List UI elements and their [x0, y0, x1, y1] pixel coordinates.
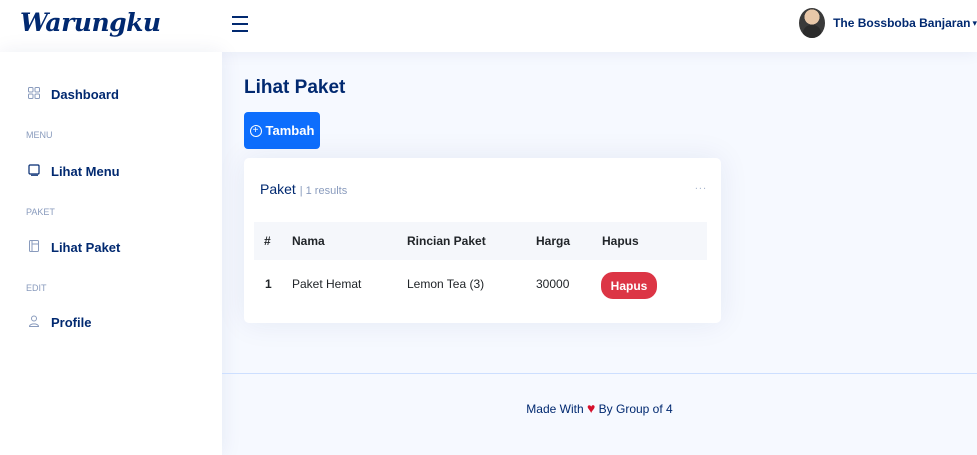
grid-icon [26, 87, 42, 102]
delete-button[interactable]: Hapus [601, 272, 657, 299]
layout-icon [26, 240, 42, 255]
nav-heading-paket: PAKET [26, 207, 55, 217]
nav-heading-edit: EDIT [26, 283, 47, 293]
sidebar-item-profile[interactable]: Profile [26, 315, 91, 330]
column-header-rincian: Rincian Paket [407, 234, 486, 248]
avatar [799, 8, 826, 38]
column-header-hapus: Hapus [602, 234, 639, 248]
sidebar-item-dashboard[interactable]: Dashboard [26, 87, 119, 102]
chevron-down-icon: ▾ [972, 17, 977, 28]
card-title: Paket | 1 results [260, 181, 347, 197]
sidebar-item-label: Dashboard [51, 87, 119, 102]
page-title: Lihat Paket [244, 77, 346, 98]
user-profile-dropdown[interactable]: The Bossboba Banjaran ▾ [799, 5, 977, 41]
row-number: 1 [265, 277, 272, 291]
add-button-label: Tambah [265, 123, 315, 138]
results-count: | 1 results [299, 185, 348, 197]
sidebar-item-lihat-paket[interactable]: Lihat Paket [26, 240, 120, 255]
footer-divider [222, 373, 977, 374]
footer-text-after: By Group of 4 [598, 402, 673, 416]
package-card: Paket | 1 results ... # Nama Rincian Pak… [244, 158, 721, 323]
column-header-number: # [264, 234, 271, 248]
column-header-nama: Nama [292, 234, 325, 248]
menu-book-icon [26, 164, 42, 179]
sidebar-item-lihat-menu[interactable]: Lihat Menu [26, 164, 120, 179]
footer-text-before: Made With [526, 402, 584, 416]
user-name: The Bossboba Banjaran [833, 16, 971, 30]
plus-circle-icon: + [249, 124, 262, 137]
more-options-icon[interactable]: ... [695, 180, 707, 192]
add-package-button[interactable]: + Tambah [244, 112, 320, 149]
card-title-text: Paket [260, 181, 296, 197]
person-icon [26, 315, 42, 330]
row-rincian: Lemon Tea (3) [407, 277, 485, 291]
column-header-harga: Harga [536, 234, 571, 248]
row-nama: Paket Hemat [292, 277, 362, 291]
hamburger-menu-icon[interactable] [232, 13, 248, 35]
footer: Made With ♥ By Group of 4 [222, 400, 977, 416]
row-harga: 30000 [536, 277, 570, 291]
heart-icon: ♥ [587, 400, 596, 416]
top-header: Warungku The Bossboba Banjaran ▾ [0, 0, 977, 52]
sidebar-item-label: Lihat Menu [51, 164, 120, 179]
sidebar-item-label: Lihat Paket [51, 240, 121, 255]
app-logo[interactable]: Warungku [20, 8, 161, 37]
sidebar-item-label: Profile [51, 315, 92, 330]
nav-heading-menu: MENU [26, 130, 53, 140]
